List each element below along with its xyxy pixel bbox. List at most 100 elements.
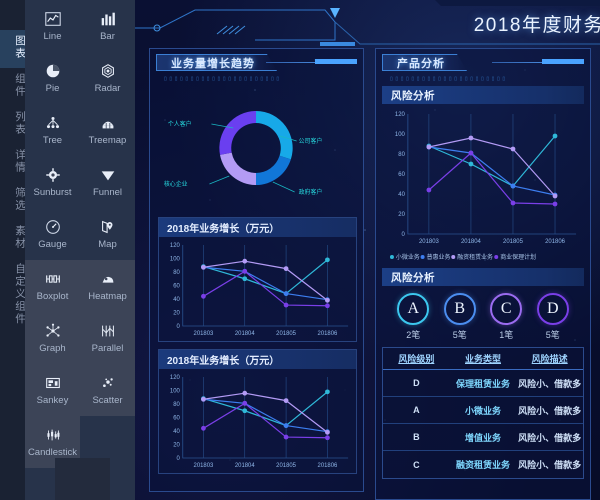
chart-type-sunburst[interactable]: Sunburst [25, 156, 80, 208]
chart-type-bar[interactable]: Bar [80, 0, 135, 52]
series-point[interactable] [242, 276, 248, 282]
rail-tab-6[interactable]: 自定义组件 [0, 258, 26, 334]
series-point[interactable] [325, 435, 330, 441]
chart-type-sankey[interactable]: Sankey [25, 364, 80, 416]
x-axis-tick: 201805 [276, 463, 296, 469]
series-point[interactable] [283, 423, 289, 428]
y-axis-tick: 40 [398, 192, 405, 198]
table-cell-desc: 风险小、借款多 [518, 378, 582, 389]
parallel-icon [99, 322, 117, 340]
series-point[interactable] [283, 434, 289, 440]
risk-grade-a[interactable]: A 2笔 [397, 293, 430, 341]
chart-type-label: Bar [100, 31, 115, 42]
rail-tab-3[interactable]: 详情 [0, 144, 26, 182]
donut-slice[interactable] [256, 155, 291, 185]
risk-grade-b[interactable]: B 5笔 [443, 293, 476, 341]
risk-grade-count: 5笔 [452, 330, 467, 340]
series-point[interactable] [510, 183, 516, 189]
rail-tab-5[interactable]: 素材 [0, 220, 26, 258]
series-point[interactable] [426, 144, 432, 150]
series-point[interactable] [510, 146, 516, 152]
legend-label[interactable]: 商业保理计划 [500, 253, 536, 261]
series-point[interactable] [552, 133, 558, 139]
series-point[interactable] [201, 293, 206, 299]
donut-slice[interactable] [219, 152, 257, 185]
series-point[interactable] [201, 264, 206, 270]
series-point[interactable] [552, 193, 558, 199]
customer-donut-chart[interactable]: 个人客户 公司客户 核心企业 政府客户 [150, 84, 363, 214]
donut-slice-label: 政府客户 [299, 188, 323, 196]
table-row[interactable]: A 小微业务 风险小、借款多 [383, 397, 583, 424]
series-point[interactable] [201, 425, 206, 431]
series-point[interactable] [242, 258, 248, 264]
table-row[interactable]: C 融资租赁业务 风险小、借款多 [383, 451, 583, 478]
series-point[interactable] [426, 187, 432, 193]
chart-type-tree[interactable]: Tree [25, 104, 80, 156]
series-point[interactable] [242, 408, 248, 414]
series-point[interactable] [283, 398, 289, 404]
series-point[interactable] [325, 257, 330, 263]
series-point[interactable] [283, 291, 289, 296]
series-line[interactable] [203, 392, 328, 433]
chart-type-heatmap[interactable]: Heatmap [80, 260, 135, 312]
rail-tab-1[interactable]: 组件 [0, 68, 26, 106]
series-point[interactable] [552, 201, 558, 207]
chart-type-graph[interactable]: Graph [25, 312, 80, 364]
rail-tab-4[interactable]: 筛选 [0, 182, 26, 220]
chart-type-scatter[interactable]: Scatter [80, 364, 135, 416]
table-cell-grade: D [413, 378, 420, 388]
series-point[interactable] [201, 396, 206, 402]
donut-leader-line [272, 181, 295, 193]
table-cell-grade: C [413, 459, 420, 470]
series-point[interactable] [325, 389, 330, 395]
legend-label[interactable]: 小微业务 [396, 253, 420, 261]
donut-slice[interactable] [219, 111, 257, 155]
y-axis-tick: 100 [170, 388, 181, 394]
series-line[interactable] [428, 152, 556, 205]
series-point[interactable] [468, 135, 474, 141]
series-point[interactable] [242, 390, 248, 396]
series-point[interactable] [242, 268, 248, 274]
series-line[interactable] [203, 402, 328, 439]
chart-type-treemap[interactable]: Treemap [80, 104, 135, 156]
business-growth-chart-1[interactable]: 0 20 40 60 80 100 120 201803 201804 201805 201806 [159, 237, 356, 342]
chart-type-parallel[interactable]: Parallel [80, 312, 135, 364]
series-point[interactable] [325, 303, 330, 309]
risk-grade-d[interactable]: D 5笔 [536, 293, 569, 341]
product-analysis-panel: 产品分析 ▯▯▯▯▯▯▯▯▯▯▯▯▯▯▯▯▯▯▯▯▯▯ 风险分析 0 20 40 60… [375, 48, 591, 500]
donut-slice[interactable] [256, 111, 293, 160]
rail-tab-2[interactable]: 列表 [0, 106, 26, 144]
risk-analysis-chart[interactable]: 0 20 40 60 80 100 120 201803 201804 201805 201806 小… [382, 104, 584, 264]
series-point[interactable] [510, 200, 516, 206]
series-point[interactable] [468, 161, 474, 167]
series-point[interactable] [242, 400, 248, 406]
legend-label[interactable]: 融资租赁业务 [457, 253, 493, 261]
chart-type-radar[interactable]: Radar [80, 52, 135, 104]
chart-type-gauge[interactable]: Gauge [25, 208, 80, 260]
chart-type-boxplot[interactable]: Boxplot [25, 260, 80, 312]
legend-label[interactable]: 普惠业务 [427, 253, 451, 261]
x-axis-tick: 201804 [461, 239, 482, 245]
series-point[interactable] [283, 266, 289, 272]
series-point[interactable] [283, 302, 289, 308]
series-point[interactable] [325, 429, 330, 435]
table-cell-grade: A [413, 405, 420, 415]
header-accent-block [542, 59, 584, 64]
series-line[interactable] [203, 260, 328, 301]
chart-type-funnel[interactable]: Funnel [80, 156, 135, 208]
business-growth-chart-2[interactable]: 0 20 40 60 80 100 120 201803 201804 201805 201806 [159, 369, 356, 474]
risk-grade-c[interactable]: C 1笔 [490, 293, 523, 341]
funnel-icon [99, 166, 117, 184]
series-point[interactable] [468, 150, 474, 156]
chart-type-pie[interactable]: Pie [25, 52, 80, 104]
table-row[interactable]: B 增值业务 风险小、借款多 [383, 424, 583, 451]
series-line[interactable] [428, 137, 556, 197]
series-line[interactable] [203, 270, 328, 307]
chart-type-label: Graph [39, 343, 66, 354]
rail-tab-0[interactable]: 图表 [0, 30, 26, 68]
table-header-row: 风险级别 业务类型 风险描述 [383, 348, 583, 370]
chart-type-map[interactable]: Map [80, 208, 135, 260]
series-point[interactable] [325, 297, 330, 303]
chart-type-line[interactable]: Line [25, 0, 80, 52]
table-row[interactable]: D 保理租赁业务 风险小、借款多 [383, 370, 583, 397]
